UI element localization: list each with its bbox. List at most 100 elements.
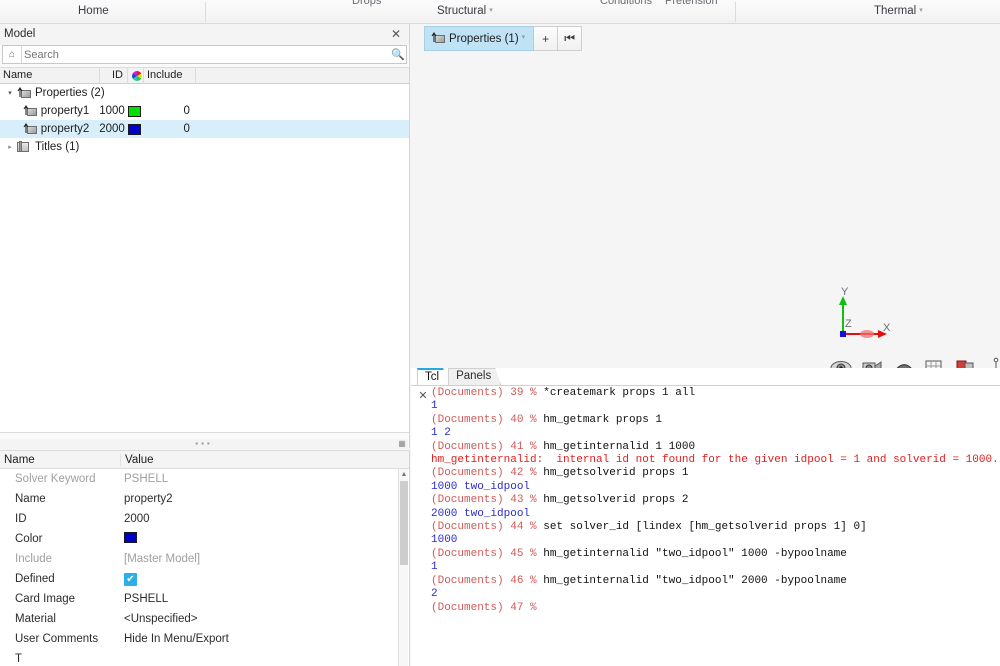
property-checkbox[interactable]: ✔: [120, 572, 409, 586]
model-panel-title: Model: [4, 28, 36, 40]
search-input[interactable]: [21, 46, 390, 63]
property-scrollbar[interactable]: ▲: [398, 469, 408, 666]
tree-item-color[interactable]: [125, 105, 145, 117]
checkbox-checked-icon[interactable]: ✔: [124, 572, 137, 586]
collapse-panel-button[interactable]: ⏮: [558, 26, 583, 51]
ribbon-tab-label: Structural: [437, 5, 487, 17]
property-name: Solver Keyword: [15, 473, 96, 485]
ribbon-tab-structural[interactable]: Structural ▾: [437, 5, 493, 17]
application-window: Drops Conditions Pretension Home Structural…: [0, 0, 1000, 666]
ribbon-tab-home[interactable]: Home: [78, 5, 109, 17]
property-row[interactable]: Name property2: [0, 489, 409, 509]
scroll-up-icon[interactable]: ▲: [399, 469, 409, 480]
property-row[interactable]: Solver Keyword PSHELL: [0, 469, 409, 489]
property-row[interactable]: T: [0, 649, 409, 666]
property-name: Card Image: [15, 593, 76, 605]
console-line: (Documents) 46 % hm_getinternalid "two_i…: [431, 575, 1000, 588]
console-tabs[interactable]: Tcl Panels: [417, 368, 500, 385]
console-command: *createmark props 1 all: [543, 387, 696, 399]
tree-expander-icon[interactable]: ▸: [4, 143, 16, 151]
console-command: hm_getmark props 1: [543, 413, 663, 426]
console-line: 1: [431, 400, 1000, 413]
column-header-include[interactable]: Include: [144, 67, 196, 84]
add-entity-button[interactable]: +: [534, 26, 559, 51]
console-log: (Documents) 39 % *createmark props 1 all…: [431, 387, 1000, 666]
tab-properties[interactable]: Properties (1) ▾: [424, 26, 535, 51]
model-panel-header: Model ✕: [0, 24, 409, 45]
console-line: (Documents) 43 % hm_getsolverid props 2: [431, 494, 1000, 507]
property-value[interactable]: [Master Model]: [120, 553, 409, 565]
tree-item-label: property2: [40, 123, 90, 135]
property-name: Material: [15, 613, 56, 625]
property-table-header: Name Value: [0, 451, 409, 469]
chevron-down-icon[interactable]: ▾: [522, 33, 526, 41]
property-row[interactable]: Defined ✔: [0, 569, 409, 589]
console-output: 1000 two_idpool: [431, 480, 531, 493]
property-value[interactable]: property2: [120, 493, 409, 505]
tree-expander-icon[interactable]: ▾: [4, 89, 16, 97]
property-value[interactable]: Hide In Menu/Export: [120, 633, 409, 645]
console-tab-panels[interactable]: Panels: [448, 368, 501, 385]
close-icon[interactable]: ✕: [417, 389, 429, 402]
tree-item[interactable]: property2 2000 0: [0, 120, 409, 138]
scrollbar-thumb[interactable]: [400, 481, 408, 565]
home-icon[interactable]: ⌂: [3, 49, 21, 60]
tree-item-include: 0: [183, 123, 190, 135]
console-panel: Tcl Panels ✕ (Documents) 39 % *createmark…: [411, 368, 1000, 666]
console-line: (Documents) 41 % hm_getinternalid 1 1000: [431, 441, 1000, 454]
console-tab-tcl[interactable]: Tcl: [417, 368, 449, 385]
property-row[interactable]: Material <Unspecified>: [0, 609, 409, 629]
property-icon: [16, 86, 32, 100]
property-row[interactable]: User Comments Hide In Menu/Export: [0, 629, 409, 649]
axis-label-z: Z: [845, 318, 852, 330]
property-value[interactable]: PSHELL: [120, 593, 409, 605]
property-row[interactable]: Color: [0, 529, 409, 549]
property-name: Name: [15, 493, 46, 505]
color-swatch[interactable]: [124, 532, 137, 543]
search-icon[interactable]: 🔍: [390, 48, 406, 61]
console-output: 2: [431, 588, 438, 601]
tree-item[interactable]: ▾ Properties (2): [0, 84, 409, 102]
property-row[interactable]: ID 2000: [0, 509, 409, 529]
close-icon[interactable]: ✕: [389, 26, 403, 42]
tree-item[interactable]: property1 1000 0: [0, 102, 409, 120]
axis-label-y: Y: [841, 286, 849, 298]
console-line: 2: [431, 588, 1000, 601]
property-value[interactable]: 2000: [120, 513, 409, 525]
property-value[interactable]: PSHELL: [120, 473, 409, 485]
chevron-down-icon[interactable]: ▾: [919, 7, 923, 14]
tree-item-color[interactable]: [125, 123, 145, 135]
console-prompt: (Documents) 41 %: [431, 440, 544, 453]
column-header-filler: [196, 67, 409, 84]
property-row[interactable]: Card Image PSHELL: [0, 589, 409, 609]
tree-item-label: Titles (1): [35, 141, 80, 153]
tree-item[interactable]: ▸ Titles (1): [0, 138, 409, 156]
property-icon: [430, 32, 446, 45]
property-name: User Comments: [15, 633, 99, 645]
ribbon-group-label: Pretension: [665, 0, 718, 7]
console-line: (Documents) 44 % set solver_id [lindex […: [431, 521, 1000, 534]
column-header-color[interactable]: [128, 67, 144, 84]
property-value[interactable]: <Unspecified>: [120, 613, 409, 625]
color-swatch[interactable]: [128, 123, 142, 135]
splitter-bar[interactable]: ▪▪▪: [0, 439, 408, 448]
console-output-area[interactable]: ✕ (Documents) 39 % *createmark props 1 a…: [411, 385, 1000, 666]
search-bar[interactable]: ⌂ 🔍: [2, 45, 407, 64]
graphics-area[interactable]: Properties (1) ▾ + ⏮ Y X Z: [411, 24, 1000, 381]
column-header-name[interactable]: Name: [0, 67, 100, 84]
tab-properties-label: Properties (1): [449, 32, 519, 45]
color-wheel-icon: [132, 70, 142, 81]
model-tree[interactable]: ▾ Properties (2) property1 1000 0 property2 20…: [0, 84, 409, 433]
color-swatch[interactable]: [128, 105, 142, 117]
property-name: T: [15, 653, 23, 665]
ribbon-tab-label: Thermal: [874, 5, 917, 17]
property-color-swatch[interactable]: [120, 532, 409, 546]
chevron-down-icon[interactable]: ▾: [489, 7, 493, 14]
property-row[interactable]: Include [Master Model]: [0, 549, 409, 569]
console-output: 1: [431, 561, 438, 574]
ribbon-separator: [735, 2, 736, 22]
ribbon-tab-thermal[interactable]: Thermal ▾: [874, 5, 923, 17]
column-header-id[interactable]: ID: [100, 67, 128, 84]
splitter-resize-icon[interactable]: ▦: [397, 439, 407, 448]
console-line: hm_getinternalid: internal id not found …: [431, 454, 1000, 467]
